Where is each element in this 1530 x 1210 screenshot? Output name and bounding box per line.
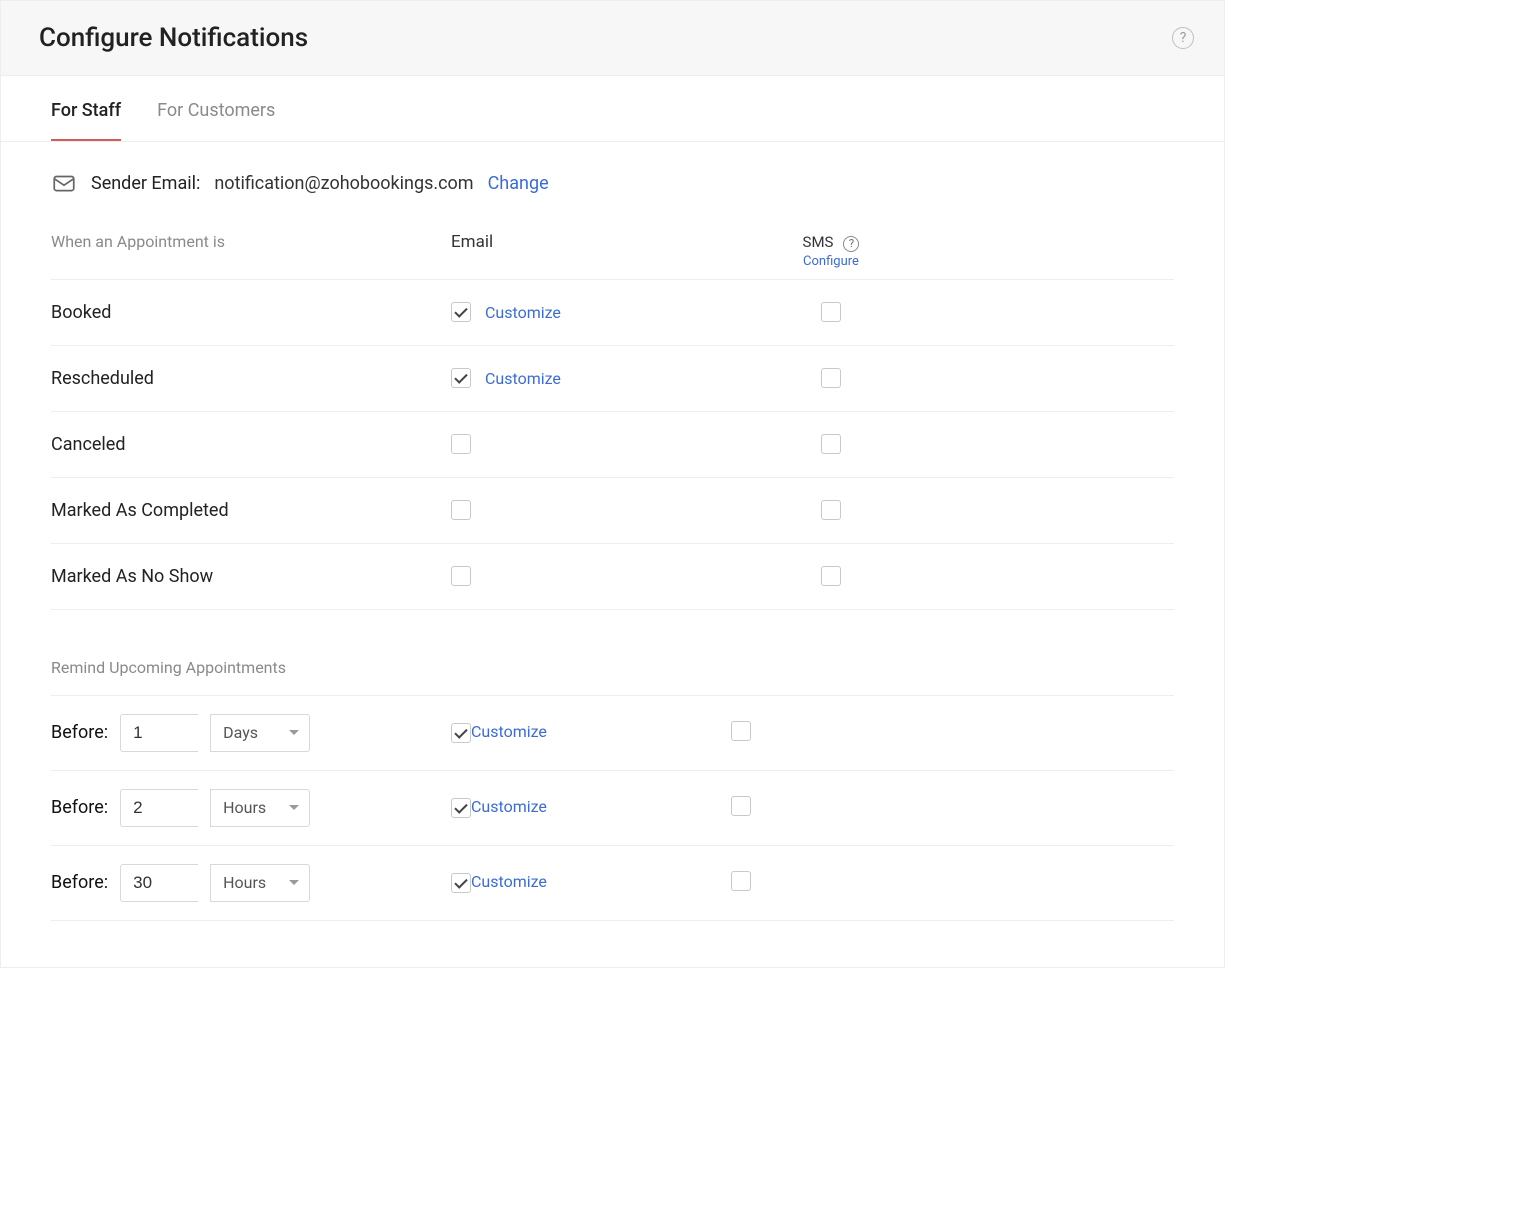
- reminder-value-input[interactable]: [120, 789, 198, 827]
- event-sms-cell: [731, 566, 931, 586]
- event-row: Booked Customize: [51, 280, 1174, 346]
- before-label: Before:: [51, 872, 108, 893]
- email-checkbox[interactable]: [451, 723, 471, 743]
- reminders-section-label: Remind Upcoming Appointments: [51, 640, 1174, 696]
- change-sender-link[interactable]: Change: [488, 173, 549, 194]
- event-name: Rescheduled: [51, 368, 451, 389]
- event-email-cell: [451, 566, 731, 586]
- notifications-panel: Configure Notifications ? For Staff For …: [0, 0, 1225, 968]
- sms-column-label: SMS: [803, 233, 834, 251]
- event-row: Marked As No Show: [51, 544, 1174, 610]
- reminder-unit-select[interactable]: Hours: [210, 864, 310, 902]
- reminder-row: Before: Hours Customize: [51, 771, 1174, 846]
- tab-for-customers[interactable]: For Customers: [157, 76, 275, 141]
- reminder-unit-select[interactable]: Hours: [210, 789, 310, 827]
- sms-checkbox[interactable]: [821, 566, 841, 586]
- appointment-column-label: When an Appointment is: [51, 232, 451, 251]
- page-title: Configure Notifications: [39, 23, 308, 53]
- email-checkbox[interactable]: [451, 368, 471, 388]
- event-name: Marked As Completed: [51, 500, 451, 521]
- sms-checkbox[interactable]: [821, 500, 841, 520]
- event-name: Canceled: [51, 434, 451, 455]
- sms-checkbox[interactable]: [731, 796, 751, 816]
- email-checkbox[interactable]: [451, 566, 471, 586]
- reminder-sms-cell: [731, 871, 931, 895]
- sms-column-header: SMS ? Configure: [731, 232, 931, 269]
- chevron-down-icon: [289, 803, 299, 813]
- reminder-before-cell: Before: Hours: [51, 864, 451, 902]
- reminder-row: Before: Hours Customize: [51, 846, 1174, 921]
- event-row: Canceled: [51, 412, 1174, 478]
- customize-link[interactable]: Customize: [485, 369, 561, 388]
- sms-configure-link[interactable]: Configure: [731, 254, 931, 269]
- event-email-cell: [451, 500, 731, 520]
- chevron-down-icon: [289, 728, 299, 738]
- sms-help-icon[interactable]: ?: [843, 236, 859, 252]
- help-icon[interactable]: ?: [1172, 27, 1194, 49]
- customize-link[interactable]: Customize: [471, 722, 547, 741]
- reminder-unit-value: Days: [223, 723, 258, 742]
- page-header: Configure Notifications ?: [1, 1, 1224, 76]
- sms-checkbox[interactable]: [821, 368, 841, 388]
- before-label: Before:: [51, 722, 108, 743]
- event-email-cell: Customize: [451, 302, 731, 322]
- reminder-unit-select[interactable]: Days: [210, 714, 310, 752]
- customize-link[interactable]: Customize: [485, 303, 561, 322]
- reminder-email-cell: Customize: [451, 797, 731, 819]
- sms-checkbox[interactable]: [731, 721, 751, 741]
- event-sms-cell: [731, 302, 931, 322]
- reminder-email-cell: Customize: [451, 872, 731, 894]
- customize-link[interactable]: Customize: [471, 872, 547, 891]
- reminder-email-cell: Customize: [451, 722, 731, 744]
- reminder-before-cell: Before: Hours: [51, 789, 451, 827]
- event-email-cell: [451, 434, 731, 454]
- event-row: Marked As Completed: [51, 478, 1174, 544]
- events-list: Booked Customize Rescheduled Customize Cance…: [51, 280, 1174, 610]
- reminder-row: Before: Days Customize: [51, 696, 1174, 771]
- email-checkbox[interactable]: [451, 873, 471, 893]
- tabs: For Staff For Customers: [1, 76, 1224, 142]
- sms-checkbox[interactable]: [731, 871, 751, 891]
- event-email-cell: Customize: [451, 368, 731, 388]
- mail-icon: [51, 170, 77, 196]
- tab-for-staff[interactable]: For Staff: [51, 76, 121, 141]
- content-area: When an Appointment is Email SMS ? Confi…: [1, 220, 1224, 961]
- event-name: Marked As No Show: [51, 566, 451, 587]
- email-column-label: Email: [451, 232, 731, 252]
- reminder-unit-value: Hours: [223, 873, 266, 892]
- event-sms-cell: [731, 368, 931, 388]
- customize-link[interactable]: Customize: [471, 797, 547, 816]
- email-checkbox[interactable]: [451, 434, 471, 454]
- event-sms-cell: [731, 434, 931, 454]
- sender-email-row: Sender Email: notification@zohobookings.…: [1, 142, 1224, 220]
- event-row: Rescheduled Customize: [51, 346, 1174, 412]
- event-sms-cell: [731, 500, 931, 520]
- reminder-sms-cell: [731, 721, 931, 745]
- sender-email-value: notification@zohobookings.com: [214, 173, 473, 194]
- before-label: Before:: [51, 797, 108, 818]
- event-name: Booked: [51, 302, 451, 323]
- columns-header: When an Appointment is Email SMS ? Confi…: [51, 220, 1174, 280]
- sender-email-label: Sender Email:: [91, 173, 200, 194]
- sms-checkbox[interactable]: [821, 434, 841, 454]
- email-checkbox[interactable]: [451, 798, 471, 818]
- reminder-value-input[interactable]: [120, 864, 198, 902]
- reminders-list: Before: Days Customize Before: Hours Customiz…: [51, 696, 1174, 921]
- sms-checkbox[interactable]: [821, 302, 841, 322]
- reminder-value-input[interactable]: [120, 714, 198, 752]
- reminder-sms-cell: [731, 796, 931, 820]
- email-checkbox[interactable]: [451, 500, 471, 520]
- chevron-down-icon: [289, 878, 299, 888]
- reminder-unit-value: Hours: [223, 798, 266, 817]
- reminder-before-cell: Before: Days: [51, 714, 451, 752]
- email-checkbox[interactable]: [451, 302, 471, 322]
